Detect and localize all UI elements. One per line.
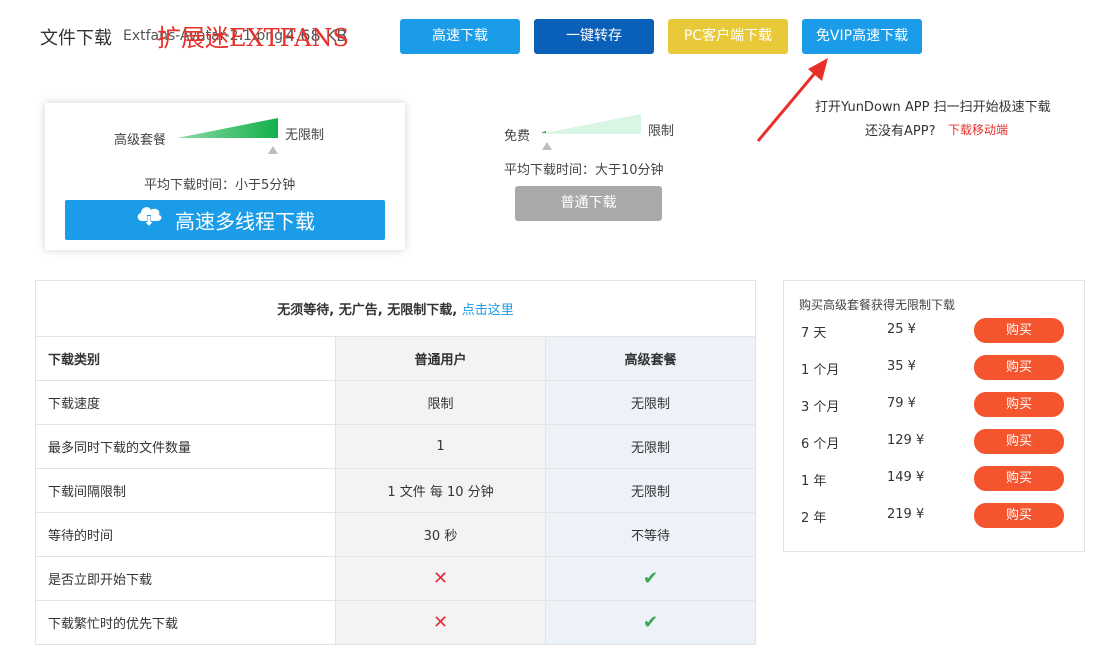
watermark-text: 扩展迷EXTFANS — [157, 18, 349, 53]
plan-price: 25 ¥ — [887, 322, 916, 337]
speed-gauge-premium — [175, 116, 280, 156]
premium-value: 无限制 — [546, 381, 756, 425]
check-icon: ✔ — [546, 601, 756, 645]
plan-row: 7 天 25 ¥ 购买 — [784, 318, 1084, 344]
click-here-link[interactable]: 点击这里 — [462, 303, 514, 318]
feature-comparison-table: 无须等待, 无广告, 无限制下载, 点击这里 下载类别 普通用户 高级套餐 下载… — [35, 280, 756, 645]
mobile-download-link[interactable]: 下载移动端 — [948, 121, 1008, 138]
plan-row: 3 个月 79 ¥ 购买 — [784, 392, 1084, 418]
plan-duration: 3 个月 — [801, 396, 839, 415]
table-banner-row: 无须等待, 无广告, 无限制下载, 点击这里 — [36, 281, 756, 337]
buy-button[interactable]: 购买 — [974, 318, 1064, 343]
cross-icon: ✕ — [336, 557, 546, 601]
plan-price: 219 ¥ — [887, 507, 924, 522]
cloud-download-icon — [135, 202, 163, 242]
table-row: 下载间隔限制 1 文件 每 10 分钟 无限制 — [36, 469, 756, 513]
free-avg-time: 平均下载时间：大于10分钟 — [504, 159, 664, 178]
plan-price: 149 ¥ — [887, 470, 924, 485]
table-row: 下载繁忙时的优先下载 ✕ ✔ — [36, 601, 756, 645]
column-header-category: 下载类别 — [36, 337, 336, 381]
row-label: 是否立即开始下载 — [36, 557, 336, 601]
page-title: 文件下载 — [40, 24, 112, 50]
banner-text: 无须等待, 无广告, 无限制下载, — [277, 303, 457, 318]
free-value: 限制 — [336, 381, 546, 425]
vip-free-download-button[interactable]: 免VIP高速下载 — [802, 19, 922, 54]
premium-avg-time: 平均下载时间：小于5分钟 — [144, 174, 295, 193]
table-row: 最多同时下载的文件数量 1 无限制 — [36, 425, 756, 469]
free-value: 1 — [336, 425, 546, 469]
free-plan-label: 免费 — [504, 125, 530, 144]
plan-row: 6 个月 129 ¥ 购买 — [784, 429, 1084, 455]
premium-value: 无限制 — [546, 425, 756, 469]
app-promo-text: 打开YunDown APP 扫一扫开始极速下载 — [815, 96, 1051, 115]
plan-price: 35 ¥ — [887, 359, 916, 374]
buy-button[interactable]: 购买 — [974, 503, 1064, 528]
plan-duration: 1 个月 — [801, 359, 839, 378]
buy-button[interactable]: 购买 — [974, 392, 1064, 417]
plan-price: 79 ¥ — [887, 396, 916, 411]
plan-duration: 6 个月 — [801, 433, 839, 452]
buy-button[interactable]: 购买 — [974, 355, 1064, 380]
row-label: 下载速度 — [36, 381, 336, 425]
speed-gauge-free — [538, 112, 643, 154]
check-mark: ✔ — [643, 612, 658, 633]
table-header-row: 下载类别 普通用户 高级套餐 — [36, 337, 756, 381]
row-label: 下载繁忙时的优先下载 — [36, 601, 336, 645]
column-header-free: 普通用户 — [336, 337, 546, 381]
multi-thread-download-label: 高速多线程下载 — [175, 210, 315, 234]
column-header-premium: 高级套餐 — [546, 337, 756, 381]
high-speed-download-button[interactable]: 高速下载 — [400, 19, 520, 54]
check-mark: ✔ — [643, 568, 658, 589]
plan-duration: 1 年 — [801, 470, 826, 489]
multi-thread-download-button[interactable]: 高速多线程下载 — [65, 200, 385, 240]
free-value: 1 文件 每 10 分钟 — [336, 469, 546, 513]
row-label: 最多同时下载的文件数量 — [36, 425, 336, 469]
premium-value: 无限制 — [546, 469, 756, 513]
premium-unlimited-label: 无限制 — [285, 124, 324, 143]
cross-mark: ✕ — [433, 568, 448, 589]
plan-duration: 7 天 — [801, 322, 826, 341]
plan-row: 2 年 219 ¥ 购买 — [784, 503, 1084, 529]
check-icon: ✔ — [546, 557, 756, 601]
table-row: 等待的时间 30 秒 不等待 — [36, 513, 756, 557]
pc-client-download-button[interactable]: PC客户端下载 — [668, 19, 788, 54]
buy-button[interactable]: 购买 — [974, 429, 1064, 454]
free-value: 30 秒 — [336, 513, 546, 557]
table-row: 是否立即开始下载 ✕ ✔ — [36, 557, 756, 601]
premium-plan-label: 高级套餐 — [114, 129, 166, 148]
pricing-panel: 购买高级套餐获得无限制下载 7 天 25 ¥ 购买 1 个月 35 ¥ 购买 3… — [783, 280, 1085, 552]
free-limited-label: 限制 — [648, 120, 674, 139]
plan-price: 129 ¥ — [887, 433, 924, 448]
premium-value: 不等待 — [546, 513, 756, 557]
cross-mark: ✕ — [433, 612, 448, 633]
row-label: 等待的时间 — [36, 513, 336, 557]
plan-row: 1 年 149 ¥ 购买 — [784, 466, 1084, 492]
pricing-title: 购买高级套餐获得无限制下载 — [799, 296, 955, 313]
buy-button[interactable]: 购买 — [974, 466, 1064, 491]
app-promo-question: 还没有APP? — [865, 120, 935, 139]
normal-download-button[interactable]: 普通下载 — [515, 186, 662, 221]
row-label: 下载间隔限制 — [36, 469, 336, 513]
plan-row: 1 个月 35 ¥ 购买 — [784, 355, 1084, 381]
plan-duration: 2 年 — [801, 507, 826, 526]
table-row: 下载速度 限制 无限制 — [36, 381, 756, 425]
table-banner: 无须等待, 无广告, 无限制下载, 点击这里 — [36, 281, 756, 337]
cross-icon: ✕ — [336, 601, 546, 645]
save-to-drive-button[interactable]: 一键转存 — [534, 19, 654, 54]
